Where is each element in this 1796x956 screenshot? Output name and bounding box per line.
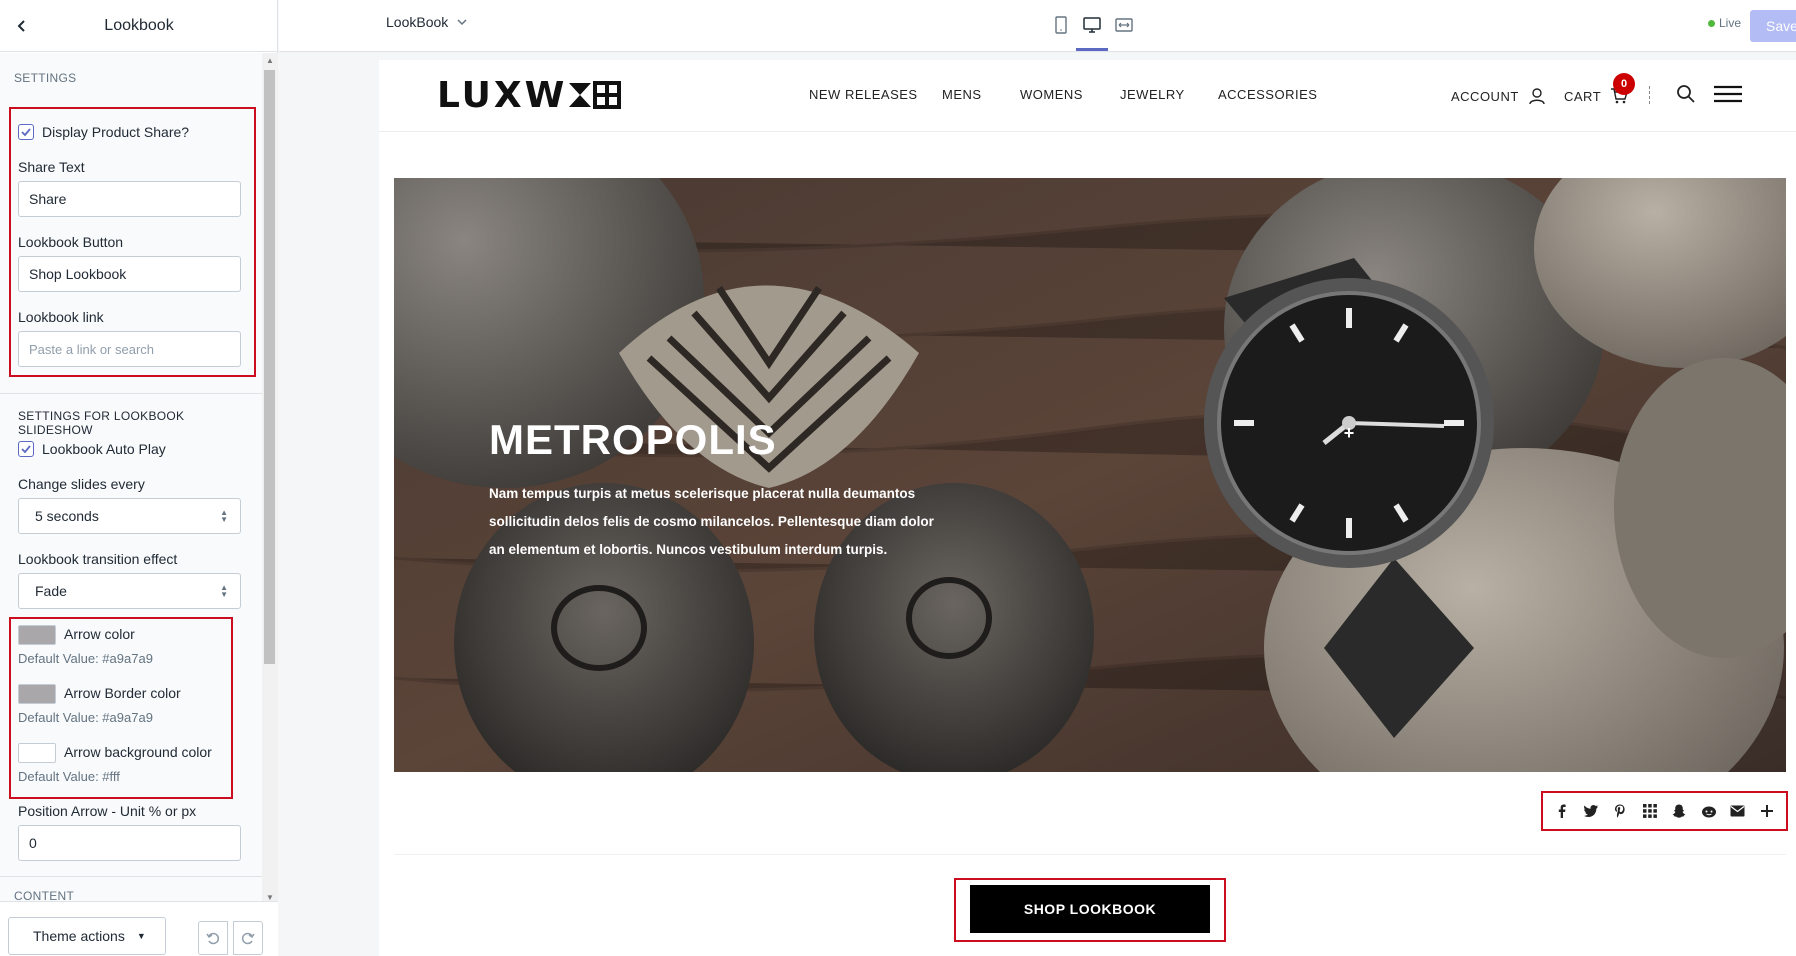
live-label: Live [1719, 16, 1742, 30]
active-device-indicator [1076, 48, 1108, 51]
select-arrows-icon: ▲ ▼ [220, 583, 228, 599]
arrow-bg-default: Default Value: #fff [18, 769, 120, 784]
menu-button[interactable] [1714, 85, 1742, 108]
cart-count-badge: 0 [1613, 73, 1635, 95]
display-share-checkbox[interactable] [18, 124, 34, 140]
product-hotspot-plus-icon[interactable]: + [1340, 424, 1358, 442]
page-selector[interactable]: LookBook [386, 14, 468, 30]
position-arrow-label: Position Arrow - Unit % or px [18, 803, 197, 819]
arrow-border-label: Arrow Border color [64, 685, 181, 701]
lookbook-slide: METROPOLIS Nam tempus turpis at metus sc… [394, 178, 1786, 772]
section-divider [0, 393, 262, 394]
twitter-icon[interactable] [1580, 800, 1602, 822]
hamburger-icon [1714, 85, 1742, 103]
undo-icon [206, 932, 220, 945]
hero-description: Nam tempus turpis at metus scelerisque p… [489, 486, 934, 557]
email-icon[interactable] [1727, 800, 1749, 822]
lookbook-link-input[interactable]: Paste a link or search [18, 331, 241, 367]
autoplay-checkbox[interactable] [18, 441, 34, 457]
lookbook-button-input[interactable]: Shop Lookbook [18, 256, 241, 292]
share-text-input[interactable]: Share [18, 181, 241, 217]
content-divider [394, 854, 1786, 855]
arrow-border-swatch[interactable] [18, 684, 56, 704]
plus-icon[interactable] [1756, 800, 1778, 822]
live-dot-icon [1708, 19, 1715, 27]
lookbook-link-label: Lookbook link [18, 309, 104, 325]
arrow-color-label: Arrow color [64, 626, 135, 642]
settings-sidebar: Lookbook SETTINGS Display Product Share?… [0, 0, 278, 956]
transition-select[interactable]: Fade ▲ ▼ [18, 573, 241, 609]
chevron-down-icon [457, 19, 467, 26]
search-icon [1677, 85, 1695, 103]
user-icon [1528, 88, 1545, 105]
arrow-bg-swatch[interactable] [18, 743, 56, 763]
nav-accessories[interactable]: ACCESSORIES [1218, 87, 1317, 102]
display-share-label: Display Product Share? [42, 124, 190, 140]
header-divider [1649, 86, 1650, 104]
change-slides-select[interactable]: 5 seconds ▲ ▼ [18, 498, 241, 534]
sidebar-scroll-area: SETTINGS Display Product Share? Share Te… [0, 53, 262, 901]
desktop-icon [1083, 17, 1101, 33]
position-arrow-input[interactable]: 0 [18, 825, 241, 861]
sidebar-header: Lookbook [0, 0, 278, 52]
content-section-header: CONTENT [14, 889, 75, 901]
sidebar-title: Lookbook [104, 16, 174, 34]
redo-button[interactable] [233, 921, 263, 955]
site-logo[interactable]: LUXW [437, 75, 623, 116]
cart-label: CART [1564, 89, 1601, 104]
undo-button[interactable] [198, 921, 228, 955]
shop-lookbook-button[interactable]: SHOP LOOKBOOK [970, 885, 1210, 933]
nav-jewelry[interactable]: JEWELRY [1120, 87, 1185, 102]
arrow-color-default: Default Value: #a9a7a9 [18, 651, 153, 666]
section-divider [0, 876, 262, 877]
pinterest-icon[interactable] [1609, 800, 1631, 822]
logo-mark-icon [569, 81, 622, 109]
nav-womens[interactable]: WOMENS [1020, 87, 1083, 102]
account-link[interactable]: ACCOUNT [1451, 87, 1546, 105]
arrow-color-swatch[interactable] [18, 625, 56, 645]
theme-actions-label: Theme actions [33, 928, 125, 944]
nav-mens[interactable]: MENS [942, 87, 982, 102]
search-button[interactable] [1676, 84, 1696, 109]
back-icon[interactable] [10, 14, 34, 38]
caret-down-icon: ▼ [136, 931, 146, 941]
slideshow-section-header: SETTINGS FOR LOOKBOOK SLIDESHOW [18, 409, 185, 437]
redo-icon [241, 932, 255, 945]
editor-topbar [279, 0, 1796, 52]
change-slides-label: Change slides every [18, 476, 145, 492]
transition-label: Lookbook transition effect [18, 551, 178, 567]
fullscreen-icon [1115, 18, 1133, 32]
settings-section-header: SETTINGS [14, 71, 77, 85]
facebook-icon[interactable] [1551, 800, 1573, 822]
site-header: LUXW NEW RELEASES MENS WOMENS JEWELRY AC… [379, 60, 1796, 132]
hero-background-image [394, 178, 1786, 772]
desktop-view-button[interactable] [1080, 12, 1104, 38]
snapchat-icon[interactable] [1668, 800, 1690, 822]
change-slides-value: 5 seconds [35, 508, 99, 524]
theme-actions-button[interactable]: Theme actions ▼ [8, 917, 166, 955]
lookbook-button-label: Lookbook Button [18, 234, 124, 250]
product-share-bar [1541, 791, 1788, 831]
arrow-border-default: Default Value: #a9a7a9 [18, 710, 153, 725]
reddit-icon[interactable] [1698, 800, 1720, 822]
sidebar-scrollbar-thumb[interactable] [264, 70, 275, 664]
autoplay-label: Lookbook Auto Play [42, 441, 166, 457]
share-text-label: Share Text [18, 159, 85, 175]
nav-new-releases[interactable]: NEW RELEASES [809, 87, 918, 102]
scroll-up-icon[interactable]: ▲ [264, 55, 276, 67]
store-preview: LUXW NEW RELEASES MENS WOMENS JEWELRY AC… [379, 60, 1796, 956]
arrow-bg-label: Arrow background color [64, 744, 212, 760]
select-arrows-icon: ▲ ▼ [220, 508, 228, 524]
live-status: Live [1708, 16, 1741, 30]
mobile-icon [1055, 16, 1067, 34]
transition-value: Fade [35, 583, 67, 599]
mobile-view-button[interactable] [1049, 12, 1073, 38]
logo-text: LUXW [437, 75, 568, 116]
hero-title: METROPOLIS [489, 416, 777, 463]
grid-icon[interactable] [1639, 800, 1661, 822]
account-label: ACCOUNT [1451, 89, 1519, 104]
page-selector-label: LookBook [386, 14, 449, 30]
fullwidth-view-button[interactable] [1112, 12, 1136, 38]
save-button[interactable]: Save [1750, 10, 1796, 42]
